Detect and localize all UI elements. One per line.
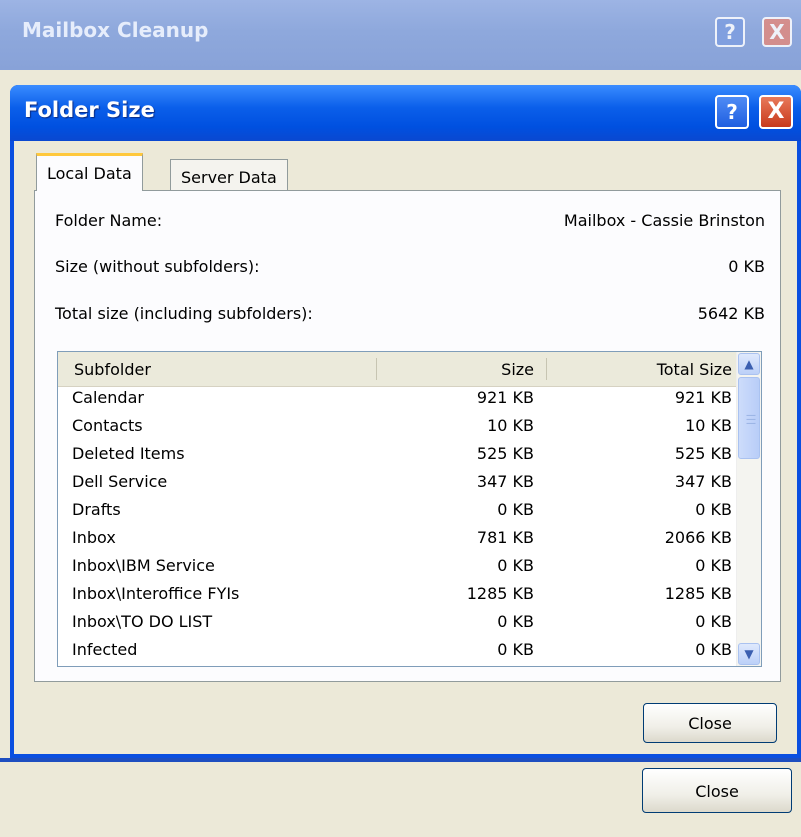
subfolder-name-cell: Infected [72,640,138,659]
size-value: 0 KB [728,257,765,276]
size-cell: 0 KB [497,556,534,575]
grip-icon: — — — [746,410,756,429]
column-header-size[interactable]: Size [501,360,534,379]
window-close-button[interactable]: X [762,17,792,47]
total-size-cell: 347 KB [674,472,732,491]
folder-name-row: Folder Name: Mailbox - Cassie Brinston [55,211,765,230]
table-row[interactable]: Calendar 921 KB 921 KB [58,386,738,414]
total-size-cell: 525 KB [674,444,732,463]
size-cell: 0 KB [497,640,534,659]
chevron-up-icon: ▲ [744,357,754,371]
size-cell: 525 KB [476,444,534,463]
total-size-label: Total size (including subfolders): [55,304,313,323]
subfolder-name-cell: Dell Service [72,472,168,491]
scroll-up-button[interactable]: ▲ [738,353,760,375]
subfolder-name-cell: Inbox\TO DO LIST [72,612,213,631]
total-size-row: Total size (including subfolders): 5642 … [55,304,765,323]
total-size-cell: 1285 KB [664,584,732,603]
total-size-cell: 0 KB [695,640,732,659]
subfolder-name-cell: Drafts [72,500,121,519]
table-row[interactable]: Inbox\TO DO LIST 0 KB 0 KB [58,610,738,638]
subfolder-name-cell: Contacts [72,416,143,435]
subfolder-list[interactable]: Subfolder Size Total Size Calendar 921 KB… [57,351,762,667]
folder-name-value: Mailbox - Cassie Brinston [563,211,765,230]
size-cell: 347 KB [476,472,534,491]
local-data-panel: Folder Name: Mailbox - Cassie Brinston S… [34,190,781,682]
table-row[interactable]: Drafts 0 KB 0 KB [58,498,738,526]
table-row[interactable]: Contacts 10 KB 10 KB [58,414,738,442]
help-icon: ? [726,100,738,124]
table-row[interactable]: Inbox\Interoffice FYIs 1285 KB 1285 KB [58,582,738,610]
folder-name-label: Folder Name: [55,211,163,230]
folder-size-dialog: Folder Size ? X Local Data Server Data F… [10,85,801,758]
mailbox-cleanup-close-button[interactable]: Close [642,768,792,813]
help-button[interactable]: ? [715,17,745,47]
table-row[interactable]: Inbox\IBM Service 0 KB 0 KB [58,554,738,582]
size-cell: 1285 KB [466,584,534,603]
column-header-subfolder[interactable]: Subfolder [74,360,151,379]
list-header: Subfolder Size Total Size [58,352,738,387]
mailbox-cleanup-titlebar: Mailbox Cleanup ? X [0,0,801,70]
column-divider[interactable] [376,358,377,380]
size-row: Size (without subfolders): 0 KB [55,257,765,276]
scroll-thumb[interactable]: — — — [738,377,760,459]
column-divider[interactable] [546,358,547,380]
size-cell: 781 KB [476,528,534,547]
folder-size-titlebar: Folder Size ? X [10,85,801,141]
close-button[interactable]: Close [643,703,777,743]
scroll-down-button[interactable]: ▼ [738,643,760,665]
mailbox-cleanup-title: Mailbox Cleanup [22,18,209,42]
tab-server-data[interactable]: Server Data [170,159,288,192]
table-row[interactable]: Infected 0 KB 0 KB [58,638,738,666]
size-cell: 0 KB [497,500,534,519]
chevron-down-icon: ▼ [744,647,754,661]
dialog-body: Local Data Server Data Folder Name: Mail… [14,141,797,754]
dialog-help-button[interactable]: ? [715,95,749,129]
total-size-cell: 921 KB [674,388,732,407]
table-row[interactable]: Deleted Items 525 KB 525 KB [58,442,738,470]
vertical-scrollbar[interactable]: ▲ — — — ▼ [736,352,761,666]
close-icon: X [769,20,785,44]
size-cell: 0 KB [497,612,534,631]
subfolder-name-cell: Inbox\Interoffice FYIs [72,584,240,603]
subfolder-name-cell: Inbox [72,528,116,547]
help-icon: ? [724,20,736,44]
close-icon: X [767,99,785,124]
total-size-cell: 0 KB [695,500,732,519]
total-size-value: 5642 KB [697,304,765,323]
size-cell: 921 KB [476,388,534,407]
subfolder-name-cell: Inbox\IBM Service [72,556,215,575]
dialog-bottom-border [0,758,801,762]
table-row[interactable]: Inbox 781 KB 2066 KB [58,526,738,554]
total-size-cell: 2066 KB [664,528,732,547]
tab-local-data[interactable]: Local Data [36,153,143,191]
table-row[interactable]: Dell Service 347 KB 347 KB [58,470,738,498]
subfolder-name-cell: Calendar [72,388,144,407]
total-size-cell: 0 KB [695,556,732,575]
size-label: Size (without subfolders): [55,257,260,276]
dialog-close-x-button[interactable]: X [759,95,793,129]
column-header-total-size[interactable]: Total Size [657,360,732,379]
total-size-cell: 10 KB [685,416,732,435]
total-size-cell: 0 KB [695,612,732,631]
subfolder-name-cell: Deleted Items [72,444,185,463]
size-cell: 10 KB [487,416,534,435]
dialog-title: Folder Size [24,98,155,122]
